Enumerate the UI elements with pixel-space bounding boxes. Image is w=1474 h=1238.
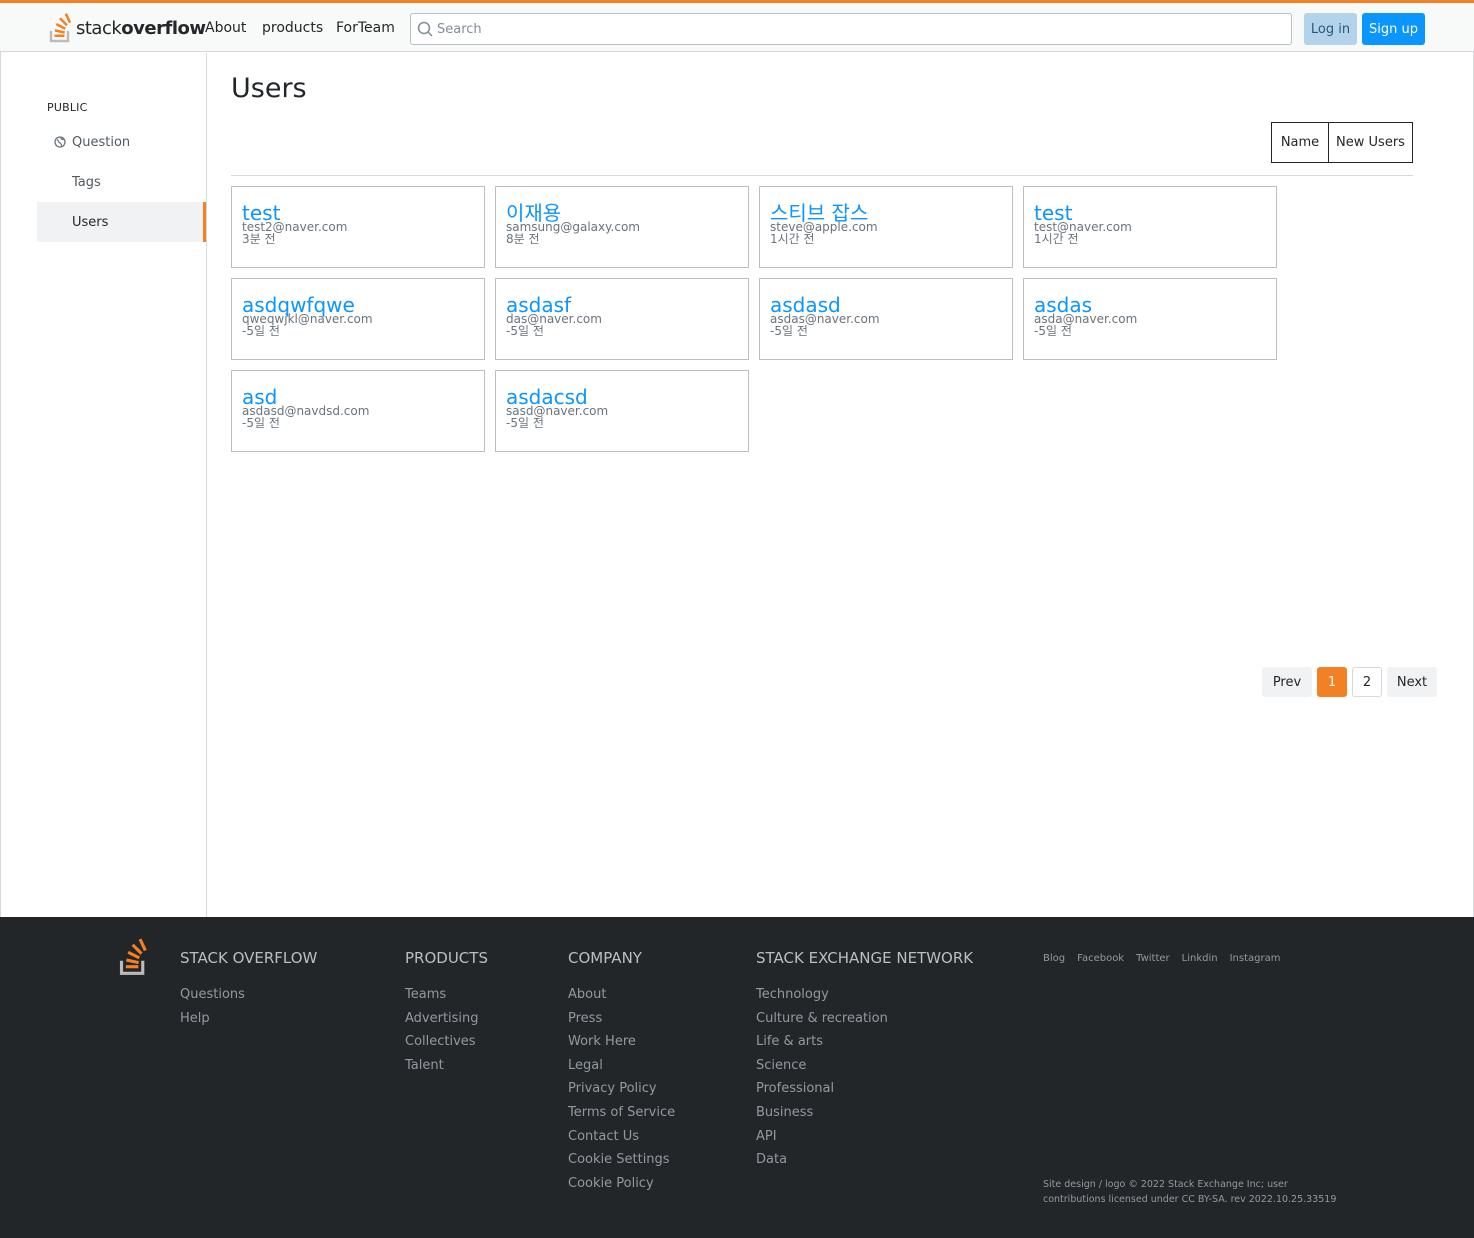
footer-column-products: PRODUCTS Teams Advertising Collectives T…	[405, 949, 488, 1077]
sidebar-item-tags[interactable]: Tags	[37, 162, 206, 202]
stackoverflow-logo-icon	[49, 13, 72, 43]
top-bar: stackoverflow About products ForTeam Log…	[0, 0, 1474, 52]
footer-link-legal[interactable]: Legal	[568, 1054, 675, 1078]
footer-link-terms-of-service[interactable]: Terms of Service	[568, 1101, 675, 1125]
pagination-page-1[interactable]: 1	[1317, 667, 1347, 697]
login-button[interactable]: Log in	[1304, 13, 1357, 45]
sidebar-item-label: Question	[72, 134, 131, 150]
footer-link-questions[interactable]: Questions	[180, 983, 317, 1007]
footer-link-help[interactable]: Help	[180, 1007, 317, 1031]
logo-wordmark: stackoverflow	[76, 17, 206, 39]
footer-link-business[interactable]: Business	[756, 1101, 973, 1125]
search-input[interactable]	[437, 18, 1277, 40]
content-divider	[231, 175, 1413, 176]
nav-about[interactable]: About	[205, 20, 246, 36]
footer-link-life-arts[interactable]: Life & arts	[756, 1030, 973, 1054]
footer-link-professional[interactable]: Professional	[756, 1077, 973, 1101]
footer-copyright: Site design / logo © 2022 Stack Exchange…	[1043, 1179, 1337, 1205]
footer-link-science[interactable]: Science	[756, 1054, 973, 1078]
footer-column-network: STACK EXCHANGE NETWORK Technology Cultur…	[756, 949, 973, 1172]
footer-link-talent[interactable]: Talent	[405, 1054, 488, 1078]
footer-heading: STACK EXCHANGE NETWORK	[756, 949, 974, 967]
user-email: samsung@galaxy.com	[506, 220, 640, 234]
footer-link-api[interactable]: API	[756, 1125, 973, 1149]
sidebar-heading: PUBLIC	[47, 101, 88, 114]
pagination-prev-button[interactable]: Prev	[1262, 667, 1312, 697]
footer-link-work-here[interactable]: Work Here	[568, 1030, 675, 1054]
footer-link-press[interactable]: Press	[568, 1007, 675, 1031]
globe-icon	[54, 136, 66, 148]
footer-link-contact-us[interactable]: Contact Us	[568, 1125, 675, 1149]
site-logo[interactable]: stackoverflow	[48, 11, 206, 45]
footer-heading: PRODUCTS	[405, 949, 488, 967]
page-title: Users	[231, 73, 307, 104]
user-filter-group: Name New Users	[1271, 122, 1413, 163]
social-link-blog[interactable]: Blog	[1043, 953, 1065, 964]
footer-heading: COMPANY	[568, 949, 642, 967]
footer-link-data[interactable]: Data	[756, 1148, 973, 1172]
user-card[interactable]: asdasd asdas@naver.com -5일 전	[759, 278, 1013, 360]
user-card[interactable]: asdasf das@naver.com -5일 전	[495, 278, 749, 360]
user-grid: test test2@naver.com 3분 전 이재용 samsung@ga…	[231, 186, 1281, 452]
search-icon	[417, 21, 433, 37]
footer-link-cookie-settings[interactable]: Cookie Settings	[568, 1148, 675, 1172]
footer-column-stackoverflow: STACK OVERFLOW Questions Help	[180, 949, 317, 1030]
footer-link-about[interactable]: About	[568, 983, 675, 1007]
site-footer: STACK OVERFLOW Questions Help PRODUCTS T…	[0, 917, 1474, 1238]
user-joined-time: 1시간 전	[770, 232, 815, 246]
footer-social-links: Blog Facebook Twitter Linkdin Instagram	[1043, 953, 1280, 964]
filter-name-button[interactable]: Name	[1272, 123, 1328, 162]
user-joined-time: -5일 전	[242, 324, 280, 338]
footer-link-culture-recreation[interactable]: Culture & recreation	[756, 1007, 973, 1031]
user-joined-time: 8분 전	[506, 232, 540, 246]
sidebar-item-users[interactable]: Users	[37, 202, 206, 242]
pagination-page-2[interactable]: 2	[1352, 667, 1382, 697]
social-link-twitter[interactable]: Twitter	[1136, 953, 1170, 964]
footer-link-privacy-policy[interactable]: Privacy Policy	[568, 1077, 675, 1101]
footer-link-collectives[interactable]: Collectives	[405, 1030, 488, 1054]
social-link-facebook[interactable]: Facebook	[1077, 953, 1124, 964]
social-link-instagram[interactable]: Instagram	[1230, 953, 1281, 964]
user-card[interactable]: test test@naver.com 1시간 전	[1023, 186, 1277, 268]
user-card[interactable]: asd asdasd@navdsd.com -5일 전	[231, 370, 485, 452]
user-joined-time: -5일 전	[242, 416, 280, 430]
user-joined-time: -5일 전	[506, 416, 544, 430]
signup-button[interactable]: Sign up	[1362, 13, 1425, 45]
footer-column-company: COMPANY About Press Work Here Legal Priv…	[568, 949, 675, 1195]
user-card[interactable]: asdas asda@naver.com -5일 전	[1023, 278, 1277, 360]
user-joined-time: 3분 전	[242, 232, 276, 246]
user-joined-time: -5일 전	[770, 324, 808, 338]
left-sidebar: PUBLIC Question Tags Users	[0, 53, 207, 917]
footer-link-teams[interactable]: Teams	[405, 983, 488, 1007]
user-email: test2@naver.com	[242, 220, 348, 234]
filter-new-users-button[interactable]: New Users	[1328, 123, 1412, 162]
sidebar-item-label: Tags	[72, 174, 101, 190]
user-joined-time: -5일 전	[506, 324, 544, 338]
user-card[interactable]: 이재용 samsung@galaxy.com 8분 전	[495, 186, 749, 268]
user-joined-time: -5일 전	[1034, 324, 1072, 338]
nav-forteam[interactable]: ForTeam	[336, 20, 395, 36]
user-card[interactable]: asdacsd sasd@naver.com -5일 전	[495, 370, 749, 452]
footer-link-technology[interactable]: Technology	[756, 983, 973, 1007]
user-card[interactable]: test test2@naver.com 3분 전	[231, 186, 485, 268]
user-card[interactable]: asdqwfqwe qweqwjkl@naver.com -5일 전	[231, 278, 485, 360]
footer-heading: STACK OVERFLOW	[180, 949, 318, 967]
nav-products[interactable]: products	[262, 20, 323, 36]
sidebar-item-label: Users	[72, 214, 109, 230]
pagination-next-button[interactable]: Next	[1387, 667, 1437, 697]
user-card[interactable]: 스티브 잡스 steve@apple.com 1시간 전	[759, 186, 1013, 268]
user-joined-time: 1시간 전	[1034, 232, 1079, 246]
social-link-linkedin[interactable]: Linkdin	[1182, 953, 1218, 964]
sidebar-item-question[interactable]: Question	[37, 122, 206, 162]
footer-logo-icon[interactable]	[117, 937, 151, 977]
footer-link-advertising[interactable]: Advertising	[405, 1007, 488, 1031]
search-box	[410, 13, 1292, 45]
footer-link-cookie-policy[interactable]: Cookie Policy	[568, 1172, 675, 1196]
